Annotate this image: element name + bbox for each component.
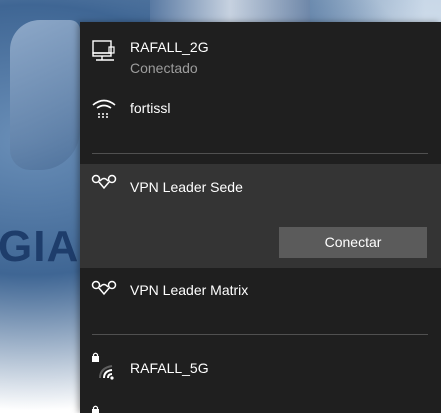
dialup-icon — [90, 96, 118, 120]
vpn-icon — [90, 279, 118, 303]
wallpaper-text: GIA — [0, 222, 80, 271]
wifi-secured-icon — [90, 352, 118, 380]
vpn-item-leader-sede[interactable]: VPN Leader Sede Conectar — [80, 164, 441, 268]
connect-button[interactable]: Conectar — [279, 227, 427, 258]
lock-icon — [90, 405, 118, 413]
network-item-rafall-2g[interactable]: RAFALL_2G Conectado — [80, 32, 441, 84]
section-divider — [92, 153, 428, 154]
wallpaper-figure — [10, 20, 80, 170]
network-status: Conectado — [130, 60, 198, 76]
network-flyout: RAFALL_2G Conectado fortissl VPN Leader … — [80, 22, 441, 413]
network-item-fortissl[interactable]: fortissl — [80, 90, 441, 128]
network-name: fortissl — [130, 100, 171, 116]
vpn-name: VPN Leader Matrix — [130, 282, 249, 298]
vpn-icon — [90, 173, 118, 197]
section-divider — [92, 334, 428, 335]
wallpaper-top-strip — [150, 0, 310, 22]
network-name: RAFALL_2G — [130, 39, 209, 55]
wifi-item-rafall-5g[interactable]: RAFALL_5G — [80, 346, 441, 390]
vpn-name: VPN Leader Sede — [130, 179, 243, 195]
vpn-item-leader-matrix[interactable]: VPN Leader Matrix — [80, 272, 441, 312]
ethernet-icon — [90, 39, 118, 63]
wifi-item-partial[interactable] — [80, 402, 441, 413]
network-name: RAFALL_5G — [130, 360, 209, 376]
